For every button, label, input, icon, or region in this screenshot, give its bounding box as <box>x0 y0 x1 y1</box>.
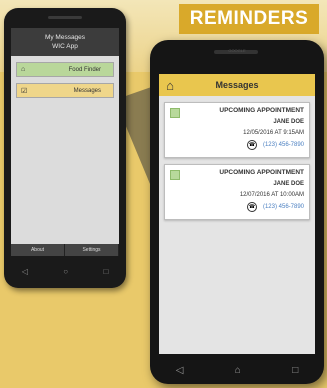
small-tab-bar: About Settings <box>11 244 119 256</box>
checklist-icon: ☑ <box>21 87 28 95</box>
large-phone: GOOGLE Messages ⌂ UPCOMING APPOINTMENT J… <box>150 40 324 384</box>
card-title: UPCOMING APPOINTMENT <box>219 107 304 114</box>
tab-about[interactable]: About <box>11 244 65 256</box>
tab-settings[interactable]: Settings <box>65 244 119 256</box>
card-phone-link[interactable]: (123) 456-7890 <box>263 204 304 210</box>
back-icon[interactable]: ◁ <box>176 365 184 376</box>
small-app-title: My Messages <box>44 34 86 41</box>
phone-icon: ☎ <box>247 140 257 150</box>
card-phone-link[interactable]: (123) 456-7890 <box>263 142 304 148</box>
card-name: JANE DOE <box>273 181 304 187</box>
page-title: Messages <box>215 80 259 90</box>
recent-apps-icon[interactable]: □ <box>103 267 108 276</box>
home-icon[interactable]: ○ <box>63 267 68 276</box>
small-phone: My Messages WIC App ⌂ Food Finder ☑ Mess… <box>4 8 126 288</box>
card-name: JANE DOE <box>273 119 304 125</box>
large-nav-bar: ◁ ⌂ □ <box>150 365 324 376</box>
reminders-banner: REMINDERS <box>179 4 319 34</box>
basket-icon: ⌂ <box>21 66 26 73</box>
card-datetime: 12/05/2016 AT 9:15AM <box>243 130 304 136</box>
small-menu: ⌂ Food Finder ☑ Messages <box>11 56 119 98</box>
message-card[interactable]: UPCOMING APPOINTMENT JANE DOE 12/05/2016… <box>164 102 310 158</box>
menu-item-label: Messages <box>73 87 101 94</box>
messages-header: Messages ⌂ <box>159 74 315 96</box>
small-phone-speaker <box>48 16 82 19</box>
checkbox-icon[interactable] <box>170 108 180 118</box>
message-card[interactable]: UPCOMING APPOINTMENT JANE DOE 12/07/2016… <box>164 164 310 220</box>
phone-icon: ☎ <box>247 202 257 212</box>
card-datetime: 12/07/2016 AT 10:00AM <box>239 192 304 198</box>
card-title: UPCOMING APPOINTMENT <box>219 169 304 176</box>
recent-apps-icon[interactable]: □ <box>292 365 298 376</box>
back-icon[interactable]: ◁ <box>22 267 28 276</box>
small-phone-screen: My Messages WIC App ⌂ Food Finder ☑ Mess… <box>11 28 119 256</box>
small-app-header: My Messages WIC App <box>11 28 119 56</box>
small-app-subtitle: WIC App <box>52 43 78 50</box>
home-icon[interactable]: ⌂ <box>235 365 241 376</box>
menu-item-messages[interactable]: ☑ Messages <box>16 83 114 98</box>
large-phone-screen: Messages ⌂ UPCOMING APPOINTMENT JANE DOE… <box>159 74 315 354</box>
menu-item-food-finder[interactable]: ⌂ Food Finder <box>16 62 114 77</box>
menu-item-label: Food Finder <box>68 66 101 73</box>
small-nav-bar: ◁ ○ □ <box>4 267 126 276</box>
phone-brand: GOOGLE <box>228 48 246 53</box>
checkbox-icon[interactable] <box>170 170 180 180</box>
